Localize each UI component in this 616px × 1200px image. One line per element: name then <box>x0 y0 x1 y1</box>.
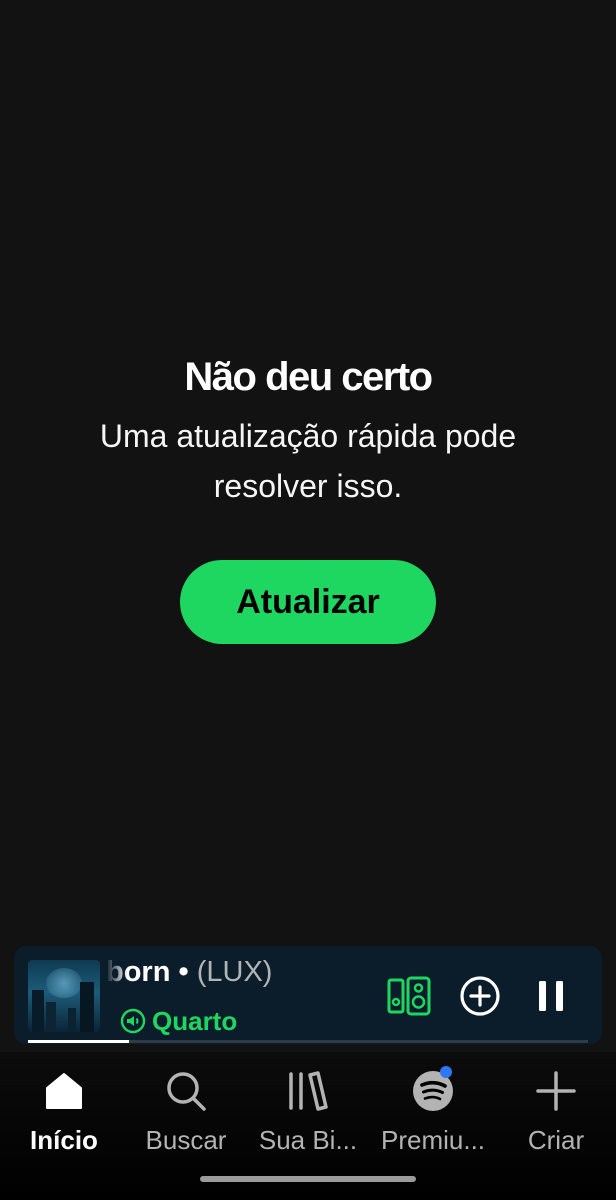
error-state: Não deu certo Uma atualização rápida pod… <box>0 345 616 511</box>
device-label: Quarto <box>152 1005 238 1036</box>
nav-item-library[interactable]: Sua Bi... <box>256 1066 360 1156</box>
speaker-icon <box>120 1008 146 1034</box>
nav-label-library: Sua Bi... <box>258 1125 358 1155</box>
nav-item-search[interactable]: Buscar <box>136 1066 236 1156</box>
add-icon[interactable] <box>457 973 503 1019</box>
pause-icon[interactable] <box>528 973 574 1019</box>
library-icon <box>256 1066 360 1116</box>
search-icon <box>136 1066 236 1116</box>
home-indicator[interactable] <box>200 1176 416 1182</box>
error-message: Uma atualização rápida pode resolver iss… <box>99 418 517 504</box>
home-icon <box>24 1066 104 1116</box>
nav-item-create[interactable]: Criar <box>516 1066 596 1156</box>
spotify-icon <box>374 1066 492 1116</box>
track-separator: • <box>170 956 197 988</box>
nav-label-search: Buscar <box>145 1125 227 1155</box>
notification-dot <box>440 1066 452 1078</box>
connect-device-icon[interactable] <box>386 973 432 1019</box>
title-fade <box>106 952 128 992</box>
nav-label-premium: Premiu... <box>380 1125 486 1155</box>
device-indicator[interactable]: Quarto <box>120 1005 237 1037</box>
progress-fill <box>28 1040 129 1043</box>
track-artist: (LUX) <box>196 956 273 988</box>
nav-label-create: Criar <box>527 1125 585 1155</box>
error-title: Não deu certo <box>184 355 433 399</box>
nav-item-premium[interactable]: Premiu... <box>374 1066 492 1156</box>
track-title: born • (LUX) <box>106 952 366 992</box>
nav-label-home: Início <box>30 1125 98 1155</box>
refresh-button[interactable]: Atualizar <box>180 560 436 644</box>
plus-icon <box>516 1066 596 1116</box>
album-cover <box>28 960 100 1032</box>
nav-item-home[interactable]: Início <box>24 1066 104 1156</box>
